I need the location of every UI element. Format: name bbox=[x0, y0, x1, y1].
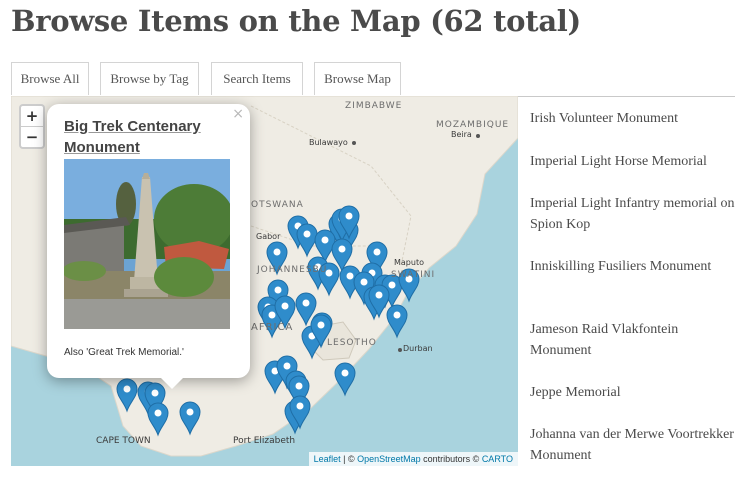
map-marker-center bbox=[393, 311, 401, 319]
popup-close-button[interactable]: × bbox=[232, 106, 244, 122]
list-item-imperial-light-infantry-memorial[interactable]: Imperial Light Infantry memorial on Spio… bbox=[530, 193, 735, 235]
browse-tabs: Browse All Browse by Tag Search Items Br… bbox=[11, 62, 735, 97]
popup-tip bbox=[161, 378, 183, 389]
map-marker-center bbox=[373, 248, 381, 256]
map-marker-center bbox=[375, 291, 383, 299]
page-title: Browse Items on the Map (62 total) bbox=[11, 4, 581, 38]
list-item-irish-volunteer-monument[interactable]: Irish Volunteer Monument bbox=[530, 108, 735, 129]
list-item-jeppe-memorial[interactable]: Jeppe Memorial bbox=[530, 382, 735, 403]
map-marker[interactable] bbox=[334, 362, 356, 397]
map-label-johannesburg: JOHANNESBU bbox=[257, 265, 328, 275]
map-label-botswana: OTSWANA bbox=[251, 200, 304, 210]
map-label-gaborone: Gabor bbox=[256, 232, 281, 241]
openstreetmap-link[interactable]: OpenStreetMap bbox=[357, 454, 421, 464]
map-city-dot bbox=[398, 348, 402, 352]
map-marker-center bbox=[281, 302, 289, 310]
tab-browse-map[interactable]: Browse Map bbox=[314, 62, 401, 95]
map-marker-center bbox=[274, 286, 282, 294]
map-marker-center bbox=[186, 408, 194, 416]
map-label-lesotho: LESOTHO bbox=[327, 338, 377, 348]
map-city-dot bbox=[352, 141, 356, 145]
popup-title-link[interactable]: Big Trek Centenary Monument bbox=[64, 116, 234, 158]
marker-popup: × Big Trek Centenary Monument Also 'Grea… bbox=[47, 104, 250, 389]
map-marker-center bbox=[303, 230, 311, 238]
list-item-johanna-van-der-merwe-monument[interactable]: Johanna van der Merwe Voortrekker Monume… bbox=[530, 424, 735, 466]
list-item-inniskilling-fusiliers-monument[interactable]: Inniskilling Fusiliers Monument bbox=[530, 256, 735, 277]
map-marker-center bbox=[345, 212, 353, 220]
tab-browse-all[interactable]: Browse All bbox=[11, 62, 89, 95]
map-label-zimbabwe: ZIMBABWE bbox=[345, 101, 403, 111]
monument-photo[interactable] bbox=[64, 159, 230, 329]
attribution-separator: | © bbox=[340, 454, 358, 464]
map-marker-center bbox=[123, 385, 131, 393]
map-marker-center bbox=[151, 389, 159, 397]
map-label-beira: Beira bbox=[451, 130, 472, 139]
popup-caption: Also 'Great Trek Memorial.' bbox=[64, 347, 184, 358]
map-marker-center bbox=[341, 369, 349, 377]
map-label-eswatini: SWATINI bbox=[391, 270, 436, 280]
map-marker-center bbox=[321, 236, 329, 244]
leaflet-link[interactable]: Leaflet bbox=[314, 454, 341, 464]
map-view[interactable]: + − ZIMBABWE MOZAMBIQUE Beira Bulawayo O… bbox=[11, 96, 518, 466]
map-marker-center bbox=[268, 311, 276, 319]
map-marker-center bbox=[273, 248, 281, 256]
map-label-durban: Durban bbox=[403, 344, 433, 353]
map-marker[interactable] bbox=[386, 304, 408, 339]
map-marker-center bbox=[346, 272, 354, 280]
zoom-control: + − bbox=[19, 104, 45, 149]
map-city-dot bbox=[476, 134, 480, 138]
map-marker-center bbox=[338, 245, 346, 253]
map-attribution: Leaflet | © OpenStreetMap contributors ©… bbox=[308, 452, 518, 466]
list-item-jameson-raid-vlakfontein-monument[interactable]: Jameson Raid Vlakfontein Monument bbox=[530, 319, 735, 361]
tab-browse-by-tag[interactable]: Browse by Tag bbox=[100, 62, 199, 95]
map-label-port-elizabeth: Port Elizabeth bbox=[233, 436, 296, 446]
map-marker-center bbox=[295, 382, 303, 390]
map-marker-center bbox=[283, 362, 291, 370]
zoom-in-button[interactable]: + bbox=[21, 106, 43, 127]
zoom-out-button[interactable]: − bbox=[21, 127, 43, 147]
map-marker-center bbox=[317, 321, 325, 329]
map-label-mozambique: MOZAMBIQUE bbox=[436, 120, 510, 130]
attribution-contributors: contributors © bbox=[420, 454, 482, 464]
carto-link[interactable]: CARTO bbox=[482, 454, 513, 464]
map-marker-center bbox=[154, 409, 162, 417]
map-label-maputo: Maputo bbox=[394, 258, 424, 267]
list-item-imperial-light-horse-memorial[interactable]: Imperial Light Horse Memorial bbox=[530, 151, 735, 172]
tab-search-items[interactable]: Search Items bbox=[211, 62, 303, 95]
map-label-south-africa: AFRICA bbox=[251, 322, 294, 333]
map-marker-center bbox=[296, 402, 304, 410]
map-marker-center bbox=[302, 299, 310, 307]
map-marker-center bbox=[388, 281, 396, 289]
map-label-cape-town: CAPE TOWN bbox=[96, 436, 151, 446]
map-marker-center bbox=[360, 278, 368, 286]
map-label-bulawayo: Bulawayo bbox=[309, 138, 348, 147]
